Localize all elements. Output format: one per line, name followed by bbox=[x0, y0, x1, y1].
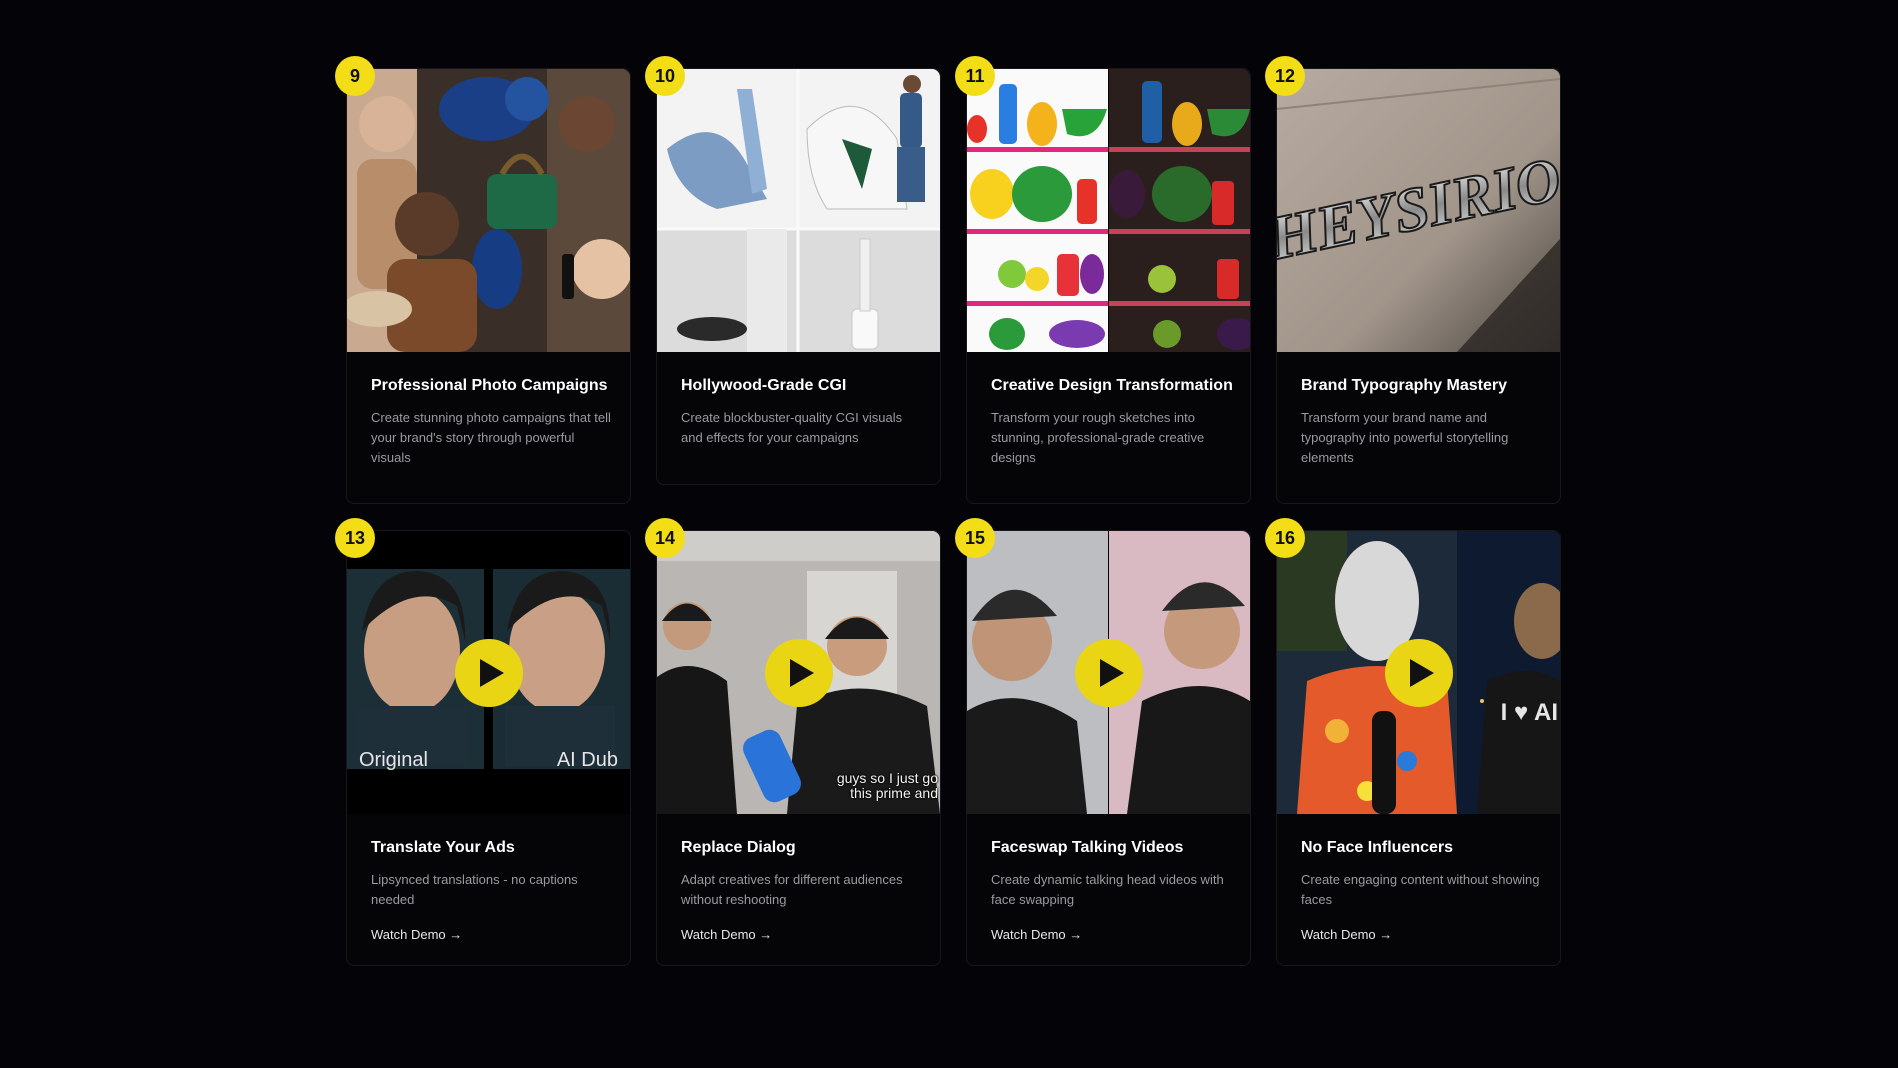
video-thumbnail-translate-ads[interactable]: Original AI Dub bbox=[347, 531, 630, 814]
watch-demo-link[interactable]: Watch Demo → bbox=[681, 927, 772, 942]
card-photo-campaigns[interactable]: 9 Professional Photo Campaigns Create st… bbox=[335, 56, 631, 504]
watch-demo-link[interactable]: Watch Demo → bbox=[1301, 927, 1392, 942]
card-description: Create dynamic talking head videos with … bbox=[991, 872, 1224, 907]
card-number-badge: 11 bbox=[955, 56, 995, 96]
card-creative-design[interactable]: 11 Creative Design Transformation Transf… bbox=[955, 56, 1251, 504]
card-translate-ads[interactable]: 13 Original AI Dub Translate Your Ads Li… bbox=[335, 518, 631, 966]
card-description: Create engaging content without showing … bbox=[1301, 872, 1540, 907]
card-brand-typography[interactable]: 12 HEYSIRIO Brand Typography Mastery Tra… bbox=[1265, 56, 1561, 504]
card-description: Adapt creatives for different audiences … bbox=[681, 872, 903, 907]
use-case-grid: 9 Professional Photo Campaigns Create st… bbox=[0, 0, 1898, 1068]
card-description: Create stunning photo campaigns that tel… bbox=[371, 410, 611, 465]
card-image-hollywood-cgi bbox=[657, 69, 940, 352]
card-image-brand-typography: HEYSIRIO bbox=[1277, 69, 1560, 352]
play-icon bbox=[1099, 659, 1124, 687]
card-number-badge: 9 bbox=[335, 56, 375, 96]
card-title: Faceswap Talking Videos bbox=[991, 839, 1184, 856]
caption-ai-dub: AI Dub bbox=[556, 749, 618, 771]
card-number-badge: 13 bbox=[335, 518, 375, 558]
play-button[interactable] bbox=[1075, 639, 1143, 707]
play-button[interactable] bbox=[1385, 639, 1453, 707]
card-title: Brand Typography Mastery bbox=[1301, 377, 1507, 394]
play-icon bbox=[789, 659, 814, 687]
card-title: Translate Your Ads bbox=[371, 839, 515, 856]
card-number-badge: 10 bbox=[645, 56, 685, 96]
play-icon bbox=[479, 659, 504, 687]
shirt-text: I ♥ AI bbox=[1500, 699, 1558, 726]
card-description: Transform your rough sketches into stunn… bbox=[991, 410, 1205, 465]
card-number-badge: 16 bbox=[1265, 518, 1305, 558]
card-description: Create blockbuster-quality CGI visuals a… bbox=[681, 410, 903, 445]
card-replace-dialog[interactable]: 14 guys so I just go this prime and Repl… bbox=[645, 518, 941, 966]
video-subtitle: guys so I just go this prime and bbox=[836, 770, 938, 801]
video-thumbnail-faceswap[interactable] bbox=[967, 531, 1250, 814]
card-image-creative-design bbox=[967, 69, 1250, 352]
card-title: Replace Dialog bbox=[681, 839, 796, 856]
caption-original: Original bbox=[359, 749, 428, 771]
card-title: Hollywood-Grade CGI bbox=[681, 377, 847, 394]
video-thumbnail-replace-dialog[interactable]: guys so I just go this prime and bbox=[657, 531, 940, 814]
card-title: Professional Photo Campaigns bbox=[371, 377, 608, 394]
card-faceswap[interactable]: 15 Faceswap Talking Videos Create dynami… bbox=[955, 518, 1251, 966]
card-title: Creative Design Transformation bbox=[991, 377, 1233, 394]
watch-demo-link[interactable]: Watch Demo → bbox=[371, 927, 462, 942]
video-thumbnail-no-face-influencers[interactable]: I ♥ AI bbox=[1277, 531, 1560, 814]
play-button[interactable] bbox=[765, 639, 833, 707]
card-description: Lipsynced translations - no captions nee… bbox=[371, 872, 578, 907]
watch-demo-link[interactable]: Watch Demo → bbox=[991, 927, 1082, 942]
play-button[interactable] bbox=[455, 639, 523, 707]
card-number-badge: 14 bbox=[645, 518, 685, 558]
card-description: Transform your brand name and typography… bbox=[1301, 410, 1509, 465]
card-number-badge: 15 bbox=[955, 518, 995, 558]
play-icon bbox=[1409, 659, 1434, 687]
card-number-badge: 12 bbox=[1265, 56, 1305, 96]
card-title: No Face Influencers bbox=[1301, 839, 1454, 856]
card-hollywood-cgi[interactable]: 10 Hollywood-Grade CGI Create blockbuste… bbox=[645, 56, 941, 485]
card-no-face-influencers[interactable]: 16 I ♥ AI No Face Influencers Create eng… bbox=[1265, 518, 1561, 966]
card-image-photo-campaigns bbox=[347, 69, 630, 352]
